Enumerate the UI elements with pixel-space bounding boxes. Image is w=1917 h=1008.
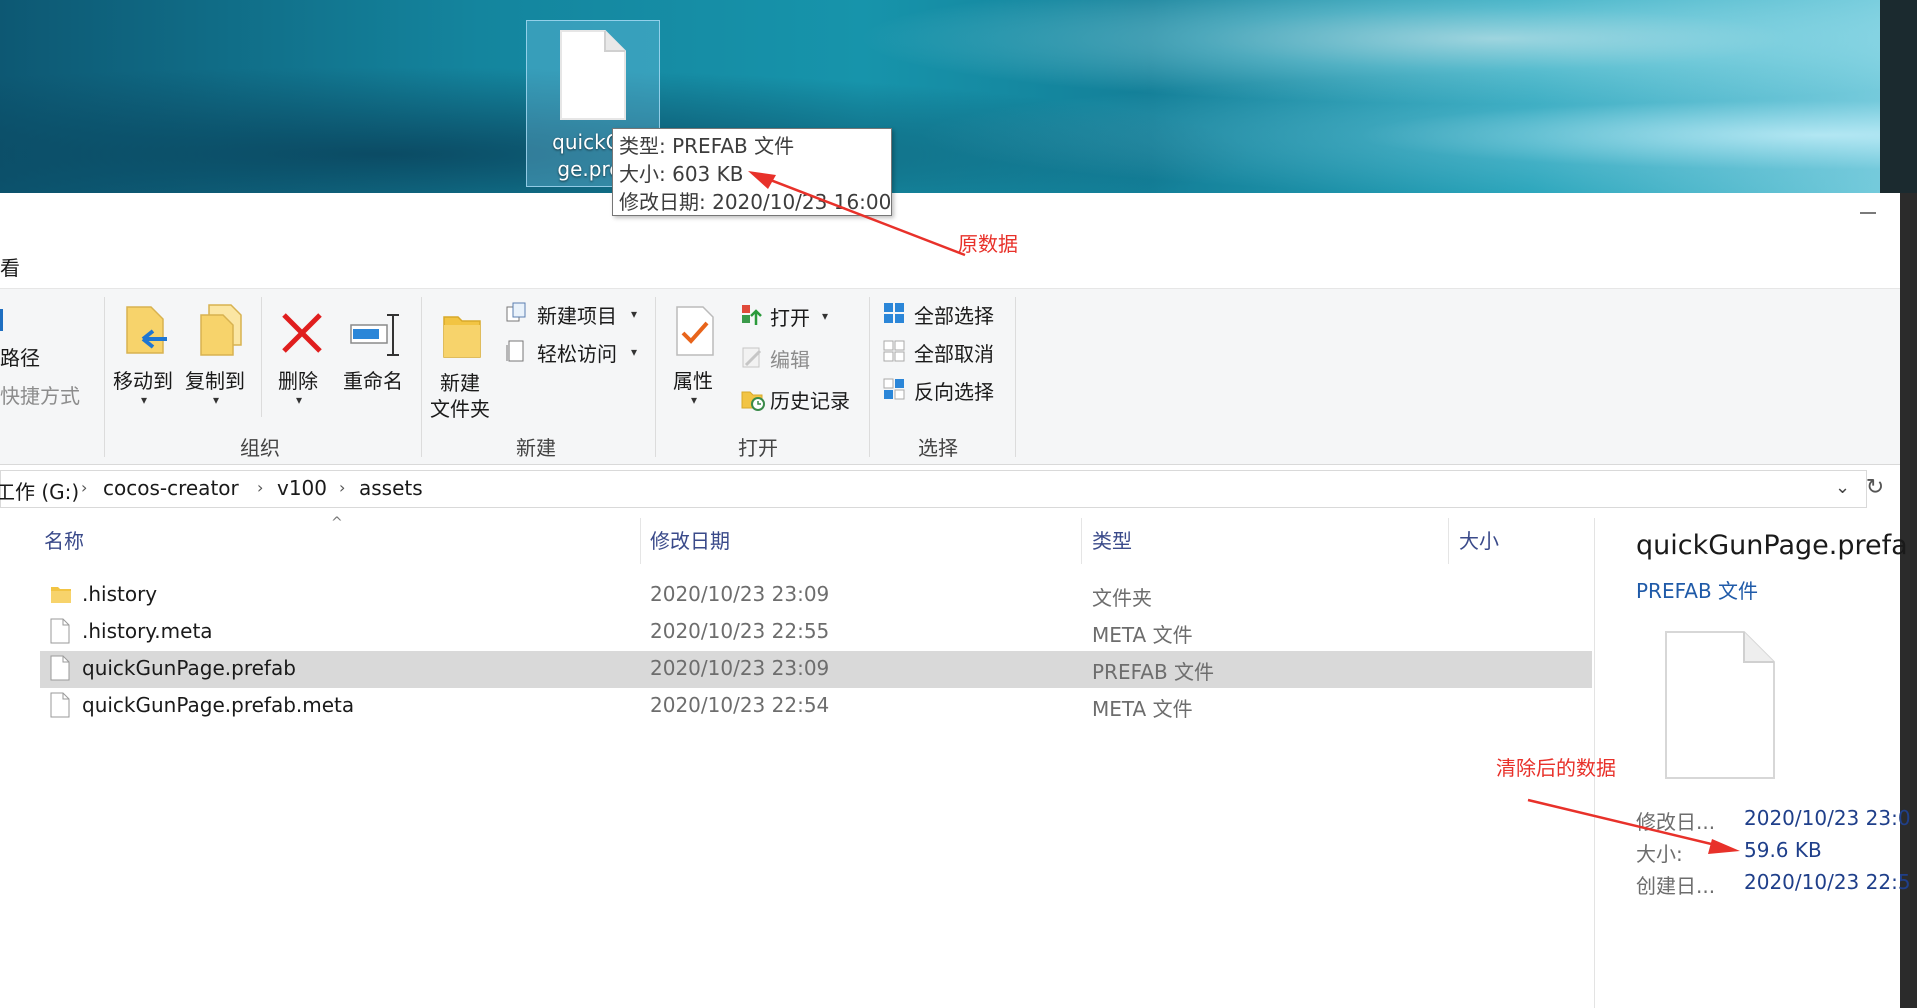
annotation-original-data: 原数据 xyxy=(958,232,1018,256)
annotation-arrow-cleaned xyxy=(1527,798,1740,854)
annotation-cleaned-data: 清除后的数据 xyxy=(1496,756,1616,780)
annotation-arrow-original xyxy=(748,171,966,257)
annotation-arrows xyxy=(748,171,1740,854)
